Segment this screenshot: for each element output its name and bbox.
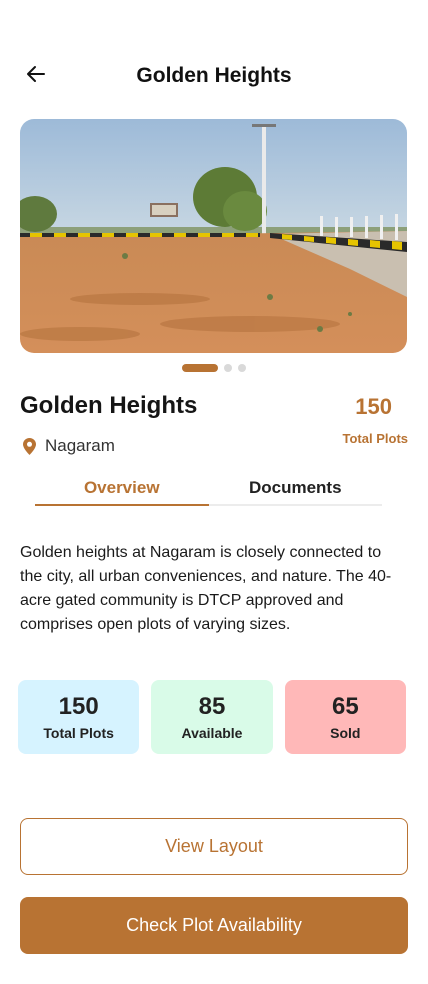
tab-overview[interactable]: Overview	[35, 476, 209, 506]
total-plots-label: Total Plots	[342, 431, 408, 446]
stat-card-available: 85 Available	[151, 680, 273, 754]
stat-label: Total Plots	[43, 725, 114, 741]
stat-value: 85	[198, 693, 226, 720]
carousel-indicator	[0, 364, 428, 372]
property-image[interactable]	[20, 119, 407, 353]
check-availability-button[interactable]: Check Plot Availability	[20, 897, 408, 954]
tab-documents[interactable]: Documents	[209, 476, 383, 504]
property-name: Golden Heights	[20, 392, 198, 419]
carousel-dot[interactable]	[224, 364, 232, 372]
plot-stats: 150 Total Plots 85 Available 65 Sold	[18, 680, 406, 754]
total-plots-value: 150	[355, 394, 392, 419]
map-pin-icon	[23, 437, 36, 455]
stat-label: Sold	[330, 725, 361, 741]
view-layout-button[interactable]: View Layout	[20, 818, 408, 875]
property-location: Nagaram	[22, 436, 115, 456]
carousel-dot[interactable]	[238, 364, 246, 372]
overview-description: Golden heights at Nagaram is closely con…	[20, 544, 392, 633]
carousel-dot-active[interactable]	[182, 364, 218, 372]
stat-value: 150	[58, 693, 99, 720]
location-label: Nagaram	[45, 436, 115, 455]
tab-bar: Overview Documents	[35, 476, 382, 506]
stat-card-total: 150 Total Plots	[18, 680, 140, 754]
stat-label: Available	[181, 725, 243, 741]
page-title: Golden Heights	[136, 64, 292, 87]
app-header: Golden Heights	[0, 52, 428, 102]
stat-card-sold: 65 Sold	[284, 680, 406, 754]
stat-value: 65	[331, 693, 359, 720]
